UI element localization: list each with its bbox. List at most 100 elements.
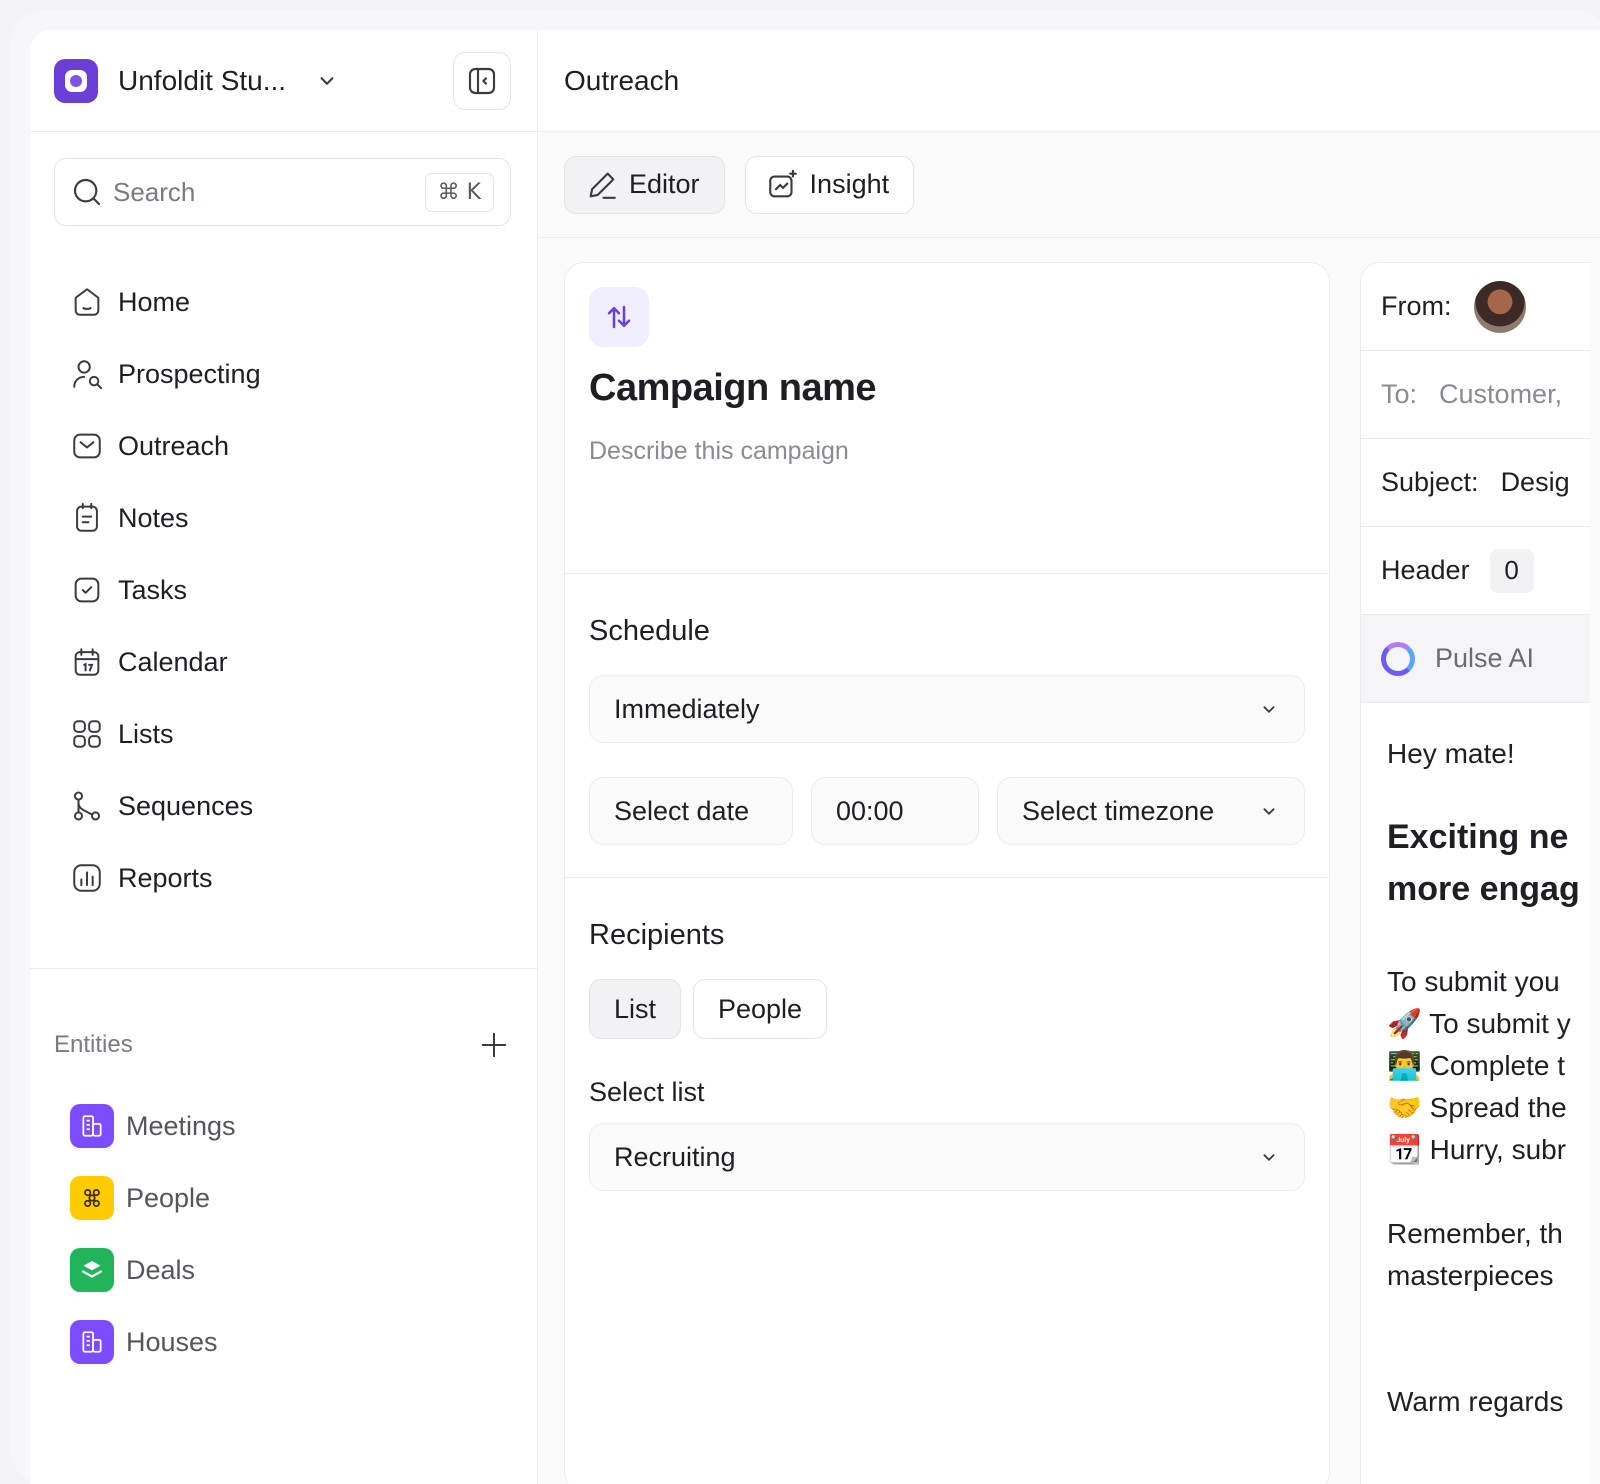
email-body-line: 🤝 Spread the <box>1387 1092 1567 1123</box>
timezone-select[interactable]: Select timezone <box>997 777 1305 845</box>
to-value: Customer, <box>1439 379 1563 409</box>
grid-icon <box>73 720 101 748</box>
time-input[interactable]: 00:00 <box>811 777 979 845</box>
sidebar: Unfoldit Stu... Search ⌘ K Home Prospect… <box>30 30 538 1484</box>
nav-item-home[interactable]: Home <box>30 266 537 338</box>
main-area: Outreach Editor Insight Campaign name De… <box>538 30 1600 1484</box>
recipients-option-list[interactable]: List <box>589 979 682 1039</box>
tab-insight[interactable]: Insight <box>744 155 915 214</box>
entity-label: Houses <box>126 1326 218 1357</box>
home-icon <box>74 288 100 316</box>
nav-label: Prospecting <box>118 358 261 389</box>
workspace-logo <box>54 58 98 103</box>
pulse-ai-icon <box>1381 641 1415 676</box>
section-divider <box>565 573 1329 574</box>
sidebar-divider <box>30 968 537 969</box>
bar-chart-icon <box>73 864 101 892</box>
calendar-icon <box>74 648 100 676</box>
chevron-down-icon[interactable] <box>316 70 338 92</box>
entities-title: Entities <box>54 1031 133 1058</box>
nav-item-prospecting[interactable]: Prospecting <box>30 338 537 410</box>
email-body-line: 📆 Hurry, subr <box>1387 1134 1567 1165</box>
email-body-line: To submit you <box>1387 966 1560 997</box>
date-value: Select date <box>614 795 750 826</box>
people-icon <box>70 1176 114 1220</box>
swap-vertical-icon <box>607 305 631 329</box>
email-header-row: Header 0 <box>1361 527 1590 615</box>
email-subject-row[interactable]: Subject: Desig <box>1361 439 1590 527</box>
pencil-icon <box>589 172 616 199</box>
swap-button[interactable] <box>589 287 649 347</box>
workspace-name[interactable]: Unfoldit Stu... <box>118 65 286 97</box>
nav-item-notes[interactable]: Notes <box>30 482 537 554</box>
entities-header: Entities <box>54 1030 509 1060</box>
main-header: Outreach <box>538 30 1600 132</box>
user-search-icon <box>73 360 103 390</box>
email-preview-panel: From: To: Customer, Subject: Desig Heade… <box>1360 262 1590 1484</box>
header-count-badge: 0 <box>1489 548 1534 593</box>
nav-label: Notes <box>118 502 189 533</box>
mail-icon <box>73 433 101 459</box>
nav-item-reports[interactable]: Reports <box>30 842 537 914</box>
entity-item-meetings[interactable]: Meetings <box>70 1090 236 1162</box>
collapse-sidebar-button[interactable] <box>453 51 511 110</box>
email-body[interactable]: Hey mate! Exciting ne more engag To subm… <box>1387 733 1590 1423</box>
campaign-card: Campaign name Describe this campaign Sch… <box>564 262 1330 1484</box>
main-nav: Home Prospecting Outreach Notes Tasks Ca… <box>30 266 537 914</box>
search-shortcut: ⌘ K <box>424 172 494 212</box>
campaign-description-field[interactable]: Describe this campaign <box>589 437 849 466</box>
chevron-down-icon <box>1263 1154 1275 1162</box>
schedule-mode-select[interactable]: Immediately <box>589 675 1305 743</box>
schedule-mode-value: Immediately <box>614 693 760 724</box>
chevron-down-icon <box>1263 706 1275 714</box>
nav-item-calendar[interactable]: Calendar <box>30 626 537 698</box>
campaign-name[interactable]: Campaign name <box>589 367 877 410</box>
workspace-header: Unfoldit Stu... <box>30 30 537 132</box>
entity-item-people[interactable]: People <box>70 1162 236 1234</box>
pulse-ai-label: Pulse AI <box>1435 643 1535 673</box>
search-placeholder: Search <box>113 176 196 207</box>
nav-item-lists[interactable]: Lists <box>30 698 537 770</box>
email-greeting: Hey mate! <box>1387 738 1515 769</box>
email-body-line: 👨‍💻 Complete t <box>1387 1050 1566 1081</box>
nav-item-outreach[interactable]: Outreach <box>30 410 537 482</box>
chevron-down-icon <box>1263 808 1275 816</box>
email-from-row: From: <box>1361 263 1590 351</box>
search-input[interactable]: Search ⌘ K <box>54 158 511 226</box>
to-label: To: <box>1381 379 1418 409</box>
entity-label: People <box>126 1182 211 1213</box>
insight-sparkle-icon <box>768 169 797 197</box>
nav-label: Home <box>118 286 191 317</box>
subject-label: Subject: <box>1381 467 1479 497</box>
entity-item-houses[interactable]: Houses <box>70 1306 236 1378</box>
recipients-option-people[interactable]: People <box>693 979 828 1039</box>
nav-item-sequences[interactable]: Sequences <box>30 770 537 842</box>
nav-label: Reports <box>118 862 213 893</box>
select-list-label: Select list <box>589 1077 705 1107</box>
tab-editor[interactable]: Editor <box>564 155 725 214</box>
page-title: Outreach <box>564 64 680 96</box>
layers-icon <box>70 1248 114 1292</box>
entity-label: Deals <box>126 1254 196 1285</box>
avatar[interactable] <box>1473 280 1526 333</box>
timezone-value: Select timezone <box>1022 795 1215 826</box>
nav-label: Sequences <box>118 790 254 821</box>
list-select[interactable]: Recruiting <box>589 1123 1305 1191</box>
building-icon <box>70 1104 114 1148</box>
recipients-title: Recipients <box>589 919 725 951</box>
pulse-ai-bar[interactable]: Pulse AI <box>1361 615 1590 703</box>
email-signoff: Warm regards <box>1387 1386 1564 1417</box>
section-divider <box>565 877 1329 878</box>
tab-bar: Editor Insight <box>538 132 1600 238</box>
nav-label: Calendar <box>118 646 228 677</box>
email-to-row[interactable]: To: Customer, <box>1361 351 1590 439</box>
entity-item-deals[interactable]: Deals <box>70 1234 236 1306</box>
add-entity-icon[interactable] <box>479 1030 509 1060</box>
search-icon <box>73 178 101 206</box>
building-icon <box>70 1320 114 1364</box>
nav-label: Tasks <box>118 574 188 605</box>
tab-label: Insight <box>809 169 890 199</box>
nav-item-tasks[interactable]: Tasks <box>30 554 537 626</box>
date-picker[interactable]: Select date <box>589 777 793 845</box>
task-check-icon <box>74 577 100 603</box>
